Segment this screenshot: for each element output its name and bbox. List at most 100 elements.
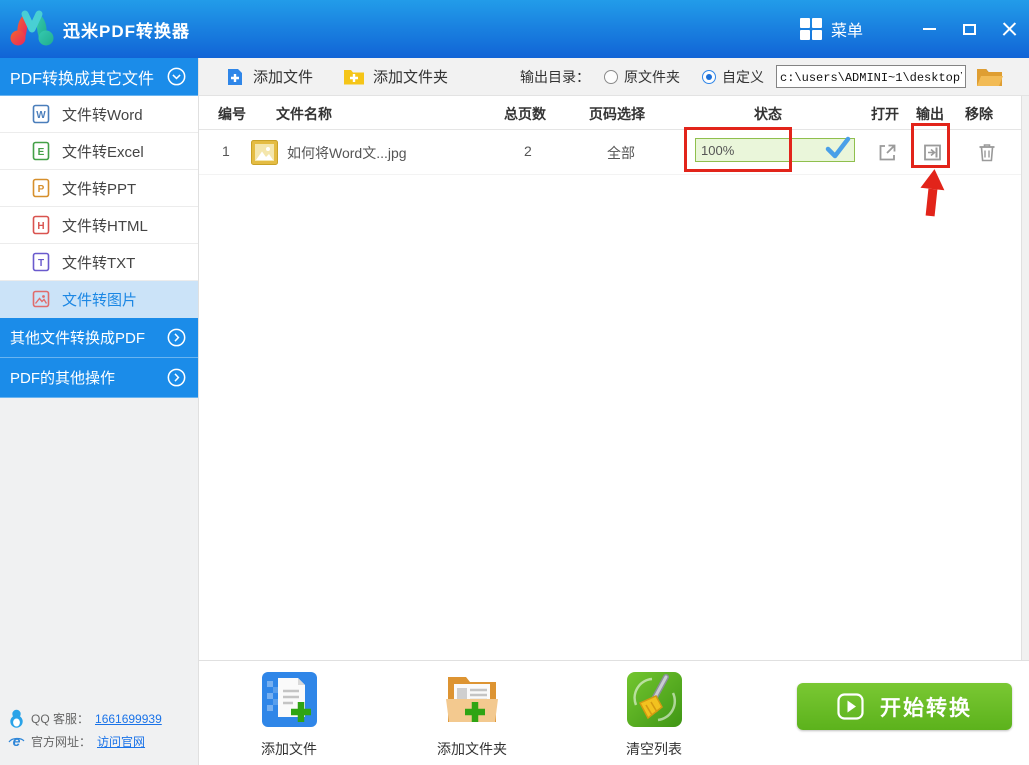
minimize-icon (922, 28, 936, 30)
add-file-icon (228, 68, 242, 85)
row-filename: 如何将Word文...jpg (287, 145, 407, 161)
menu-button[interactable]: 菜单 (799, 17, 863, 41)
svg-text:T: T (38, 258, 44, 269)
maximize-button[interactable] (949, 0, 989, 58)
chevron-right-circle-icon (167, 368, 186, 387)
start-convert-button[interactable]: 开始转换 (797, 683, 1012, 730)
footer-add-file-label: 添加文件 (261, 741, 317, 757)
footer-bar: 添加文件 添加文件夹 清空列表 开始转换 (199, 660, 1029, 765)
play-icon (837, 693, 864, 720)
radio-original-label: 原文件夹 (624, 68, 681, 85)
word-file-icon: W (32, 104, 50, 124)
sidebar-item-to-txt[interactable]: T 文件转TXT (0, 244, 198, 281)
sidebar-group-label: PDF转换成其它文件 (10, 70, 155, 88)
sidebar-item-label: 文件转PPT (62, 180, 137, 198)
col-header-filename: 文件名称 (276, 106, 332, 122)
big-add-file-icon (261, 672, 317, 727)
row-number: 1 (222, 143, 230, 159)
col-header-number: 编号 (218, 106, 246, 122)
qq-icon (10, 709, 23, 728)
footer-add-file-button[interactable]: 添加文件 (229, 671, 349, 759)
html-file-icon: H (32, 215, 50, 235)
output-path-input[interactable] (776, 65, 967, 88)
sidebar-filler: QQ 客服： 1661699939 e 官方网址： 访问官网 (0, 398, 198, 765)
sidebar: PDF转换成其它文件 W 文件转Word E 文件转Excel P 文件转PPT… (0, 58, 199, 765)
svg-text:e: e (13, 733, 21, 749)
sidebar-item-label: 文件转图片 (62, 291, 138, 309)
svg-text:P: P (38, 184, 45, 195)
ie-browser-icon: e (8, 733, 25, 749)
col-header-page-select: 页码选择 (589, 106, 645, 122)
site-label: 官方网址： (31, 735, 92, 749)
row-page-select[interactable]: 全部 (607, 143, 635, 163)
delete-file-icon[interactable] (977, 142, 997, 163)
col-header-status: 状态 (754, 106, 782, 122)
app-title: 迅米PDF转换器 (63, 21, 190, 41)
sidebar-item-to-excel[interactable]: E 文件转Excel (0, 133, 198, 170)
footer-add-folder-button[interactable]: 添加文件夹 (412, 671, 532, 759)
sidebar-group-pdf-other-ops[interactable]: PDF的其他操作 (0, 358, 198, 398)
sidebar-item-to-word[interactable]: W 文件转Word (0, 96, 198, 133)
sidebar-item-to-html[interactable]: H 文件转HTML (0, 207, 198, 244)
qq-support-row: QQ 客服： 1661699939 (8, 707, 198, 730)
qq-number-link[interactable]: 1661699939 (95, 712, 162, 726)
success-check-icon (825, 136, 851, 159)
sidebar-group-pdf-to-other[interactable]: PDF转换成其它文件 (0, 58, 198, 96)
col-header-open: 打开 (871, 106, 899, 122)
image-thumbnail-icon (251, 140, 278, 165)
file-table-header: 编号 文件名称 总页数 页码选择 状态 打开 输出 移除 (199, 96, 1029, 130)
add-folder-icon (344, 70, 365, 85)
big-clear-list-icon (626, 672, 682, 727)
toolbar: 添加文件 添加文件夹 输出目录： 原文件夹 自定义 (199, 58, 1029, 96)
minimize-button[interactable] (909, 0, 949, 58)
radio-custom-folder[interactable]: 自定义 (702, 67, 764, 87)
image-file-icon (32, 290, 50, 308)
sidebar-group-label: PDF的其他操作 (10, 370, 116, 387)
svg-text:E: E (38, 147, 45, 158)
excel-file-icon: E (32, 141, 50, 161)
table-row: 1 如何将Word文...jpg 2 全部 100% (199, 130, 1029, 175)
chevron-down-circle-icon (167, 67, 186, 86)
txt-file-icon: T (32, 252, 50, 272)
radio-original-folder[interactable]: 原文件夹 (604, 67, 680, 87)
app-window: 迅米PDF转换器 菜单 PDF转换成其它文件 W 文件转Word E 文件转Ex… (0, 0, 1029, 765)
open-output-icon[interactable] (922, 142, 943, 163)
footer-add-folder-label: 添加文件夹 (437, 741, 507, 757)
sidebar-item-label: 文件转Excel (62, 143, 144, 161)
sidebar-group-label: 其他文件转换成PDF (10, 330, 146, 347)
row-total-pages: 2 (524, 143, 532, 159)
sidebar-item-label: 文件转HTML (62, 217, 148, 235)
titlebar: 迅米PDF转换器 菜单 (0, 0, 1029, 58)
radio-selected-icon (702, 69, 717, 84)
radio-custom-label: 自定义 (722, 68, 765, 85)
sidebar-item-to-image[interactable]: 文件转图片 (0, 281, 198, 318)
visit-site-link[interactable]: 访问官网 (97, 733, 145, 750)
col-header-remove: 移除 (965, 106, 993, 122)
menu-grid-icon (799, 18, 822, 40)
sidebar-item-label: 文件转Word (62, 106, 143, 124)
add-file-label: 添加文件 (253, 69, 314, 86)
main-area: 添加文件 添加文件夹 输出目录： 原文件夹 自定义 c:\users\ADMIN… (199, 58, 1029, 765)
close-button[interactable] (989, 0, 1029, 58)
chevron-right-circle-icon (167, 328, 186, 347)
radio-icon (604, 69, 619, 84)
add-file-button[interactable]: 添加文件 (225, 66, 313, 87)
vertical-scrollbar[interactable] (1021, 96, 1029, 660)
svg-text:H: H (37, 221, 44, 232)
sidebar-group-other-to-pdf[interactable]: 其他文件转换成PDF (0, 318, 198, 358)
file-list: 1 如何将Word文...jpg 2 全部 100% (199, 130, 1029, 660)
add-folder-button[interactable]: 添加文件夹 (343, 66, 448, 87)
browse-folder-icon (977, 69, 1004, 86)
browse-folder-button[interactable] (976, 66, 1004, 87)
open-file-icon[interactable] (877, 142, 898, 163)
footer-clear-list-label: 清空列表 (626, 741, 682, 757)
footer-clear-list-button[interactable]: 清空列表 (594, 671, 714, 759)
col-header-output: 输出 (916, 106, 944, 122)
output-dir-label: 输出目录： (520, 68, 591, 85)
big-add-folder-icon (446, 677, 498, 722)
maximize-icon (962, 23, 976, 35)
start-convert-label: 开始转换 (880, 696, 972, 720)
official-site-row: e 官方网址： 访问官网 (8, 730, 198, 753)
svg-text:W: W (36, 110, 46, 121)
sidebar-item-to-ppt[interactable]: P 文件转PPT (0, 170, 198, 207)
